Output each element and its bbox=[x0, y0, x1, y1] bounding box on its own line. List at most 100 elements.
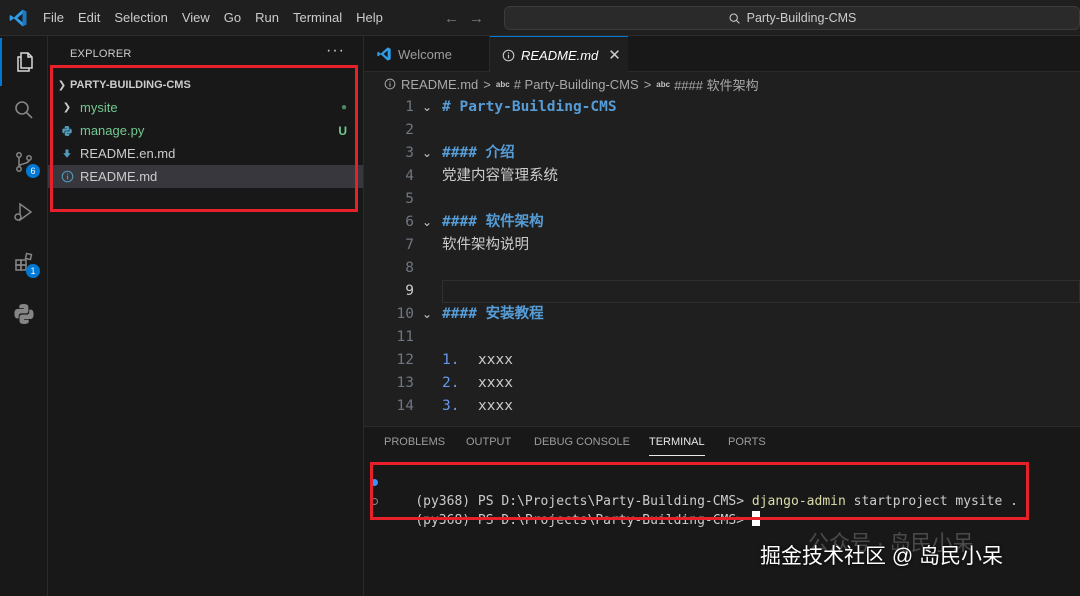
code-line: 11 bbox=[364, 326, 1080, 349]
terminal-cursor bbox=[751, 511, 760, 526]
info-icon bbox=[384, 78, 396, 90]
chevron-right-icon: > bbox=[483, 76, 491, 92]
command-success-dot-icon bbox=[371, 479, 378, 486]
vscode-logo-icon bbox=[9, 9, 27, 27]
search-icon bbox=[729, 13, 740, 24]
tab-label: Welcome bbox=[398, 46, 452, 62]
menu-view[interactable]: View bbox=[175, 0, 217, 36]
info-icon bbox=[60, 170, 74, 184]
python-file-icon bbox=[60, 124, 74, 138]
search-icon bbox=[15, 101, 33, 119]
code-line: 10 ⌄ #### 安装教程 bbox=[364, 303, 1080, 326]
tab-welcome[interactable]: Welcome bbox=[364, 36, 490, 72]
line-text: # Party-Building-CMS bbox=[442, 99, 617, 115]
breadcrumb: README.md > abc # Party-Building-CMS > a… bbox=[364, 72, 1080, 96]
more-actions-icon[interactable]: ··· bbox=[326, 42, 345, 60]
line-text: 党建内容管理系统 bbox=[442, 168, 558, 184]
fold-chevron-icon[interactable]: ⌄ bbox=[422, 96, 432, 119]
terminal-prompt: (py368) PS D:\Projects\Party-Building-CM… bbox=[415, 513, 745, 528]
code-line: 13 2. xxxx bbox=[364, 372, 1080, 395]
tab-debug-console[interactable]: DEBUG CONSOLE bbox=[534, 436, 630, 448]
menu-run[interactable]: Run bbox=[248, 0, 286, 36]
files-icon bbox=[17, 52, 33, 72]
menu-go[interactable]: Go bbox=[217, 0, 248, 36]
list-marker: 1. bbox=[442, 352, 460, 368]
line-number: 13 bbox=[396, 375, 414, 391]
tab-terminal[interactable]: TERMINAL bbox=[649, 436, 705, 456]
menu-selection[interactable]: Selection bbox=[107, 0, 174, 36]
close-icon[interactable]: ✕ bbox=[608, 46, 621, 64]
watermark: 公众号 · 岛民小呆 掘金技术社区 @ 岛民小呆 bbox=[760, 532, 1003, 570]
watermark-ghost: 公众号 · 岛民小呆 bbox=[808, 532, 974, 555]
breadcrumb-heading-1[interactable]: # Party-Building-CMS bbox=[514, 77, 639, 92]
menu-help[interactable]: Help bbox=[349, 0, 390, 36]
python-activity[interactable] bbox=[0, 290, 48, 338]
activity-bar: 6 1 bbox=[0, 36, 48, 596]
extensions-activity[interactable]: 1 bbox=[0, 238, 48, 286]
line-number: 7 bbox=[405, 237, 414, 253]
back-arrow-icon[interactable]: ← bbox=[444, 10, 459, 27]
search-activity[interactable] bbox=[0, 86, 48, 134]
breadcrumb-heading-2[interactable]: #### 软件架构 bbox=[674, 75, 759, 94]
fold-chevron-icon[interactable]: ⌄ bbox=[422, 211, 432, 234]
menu-edit[interactable]: Edit bbox=[71, 0, 107, 36]
menu-file[interactable]: File bbox=[36, 0, 71, 36]
modified-dot-icon: ● bbox=[340, 102, 347, 113]
fold-chevron-icon[interactable]: ⌄ bbox=[422, 303, 432, 326]
untracked-badge: U bbox=[338, 123, 347, 138]
command-center-search[interactable]: Party-Building-CMS bbox=[504, 6, 1080, 30]
line-text: xxxx bbox=[478, 398, 513, 414]
code-editor[interactable]: 1 ⌄ # Party-Building-CMS 2 3 ⌄ #### 介绍 4… bbox=[364, 96, 1080, 426]
list-marker: 3. bbox=[442, 398, 460, 414]
line-number: 4 bbox=[405, 168, 414, 184]
tab-ports[interactable]: PORTS bbox=[728, 436, 766, 448]
source-control-badge: 6 bbox=[26, 164, 40, 178]
line-text: 软件架构说明 bbox=[442, 237, 529, 253]
list-marker: 2. bbox=[442, 375, 460, 391]
menu-terminal[interactable]: Terminal bbox=[286, 0, 349, 36]
title-bar: File Edit Selection View Go Run Terminal… bbox=[0, 0, 1080, 36]
tab-readme[interactable]: README.md ✕ bbox=[490, 36, 628, 73]
tree-item-manage-py[interactable]: manage.py U bbox=[48, 119, 363, 142]
code-line: 7 软件架构说明 bbox=[364, 234, 1080, 257]
line-number: 9 bbox=[405, 283, 414, 299]
tree-item-mysite[interactable]: ❯ mysite ● bbox=[48, 96, 363, 119]
code-line: 4 党建内容管理系统 bbox=[364, 165, 1080, 188]
line-text: #### 软件架构 bbox=[442, 214, 544, 230]
line-number: 14 bbox=[396, 398, 414, 414]
terminal-command: django-admin bbox=[751, 494, 846, 509]
code-line: 14 3. xxxx bbox=[364, 395, 1080, 418]
line-text: #### 介绍 bbox=[442, 145, 515, 161]
explorer-activity[interactable] bbox=[0, 38, 48, 86]
tree-item-readme[interactable]: README.md bbox=[48, 165, 363, 188]
run-debug-activity[interactable] bbox=[0, 188, 48, 236]
tree-item-readme-en[interactable]: README.en.md bbox=[48, 142, 363, 165]
string-symbol-icon: abc bbox=[495, 79, 510, 89]
explorer-sidebar: EXPLORER ··· ❯ PARTY-BUILDING-CMS ❯ mysi… bbox=[48, 36, 364, 596]
code-line: 9 bbox=[364, 280, 1080, 303]
line-number: 12 bbox=[396, 352, 414, 368]
tab-output[interactable]: OUTPUT bbox=[466, 436, 511, 448]
tree-item-label: manage.py bbox=[80, 123, 145, 138]
workspace-root[interactable]: ❯ PARTY-BUILDING-CMS bbox=[54, 74, 364, 96]
tab-problems[interactable]: PROBLEMS bbox=[384, 436, 445, 448]
line-text: xxxx bbox=[478, 352, 513, 368]
line-number: 10 bbox=[396, 306, 414, 322]
line-number: 2 bbox=[405, 122, 414, 138]
menu-bar: File Edit Selection View Go Run Terminal… bbox=[36, 0, 390, 36]
vscode-tab-icon bbox=[376, 46, 392, 62]
code-line: 3 ⌄ #### 介绍 bbox=[364, 142, 1080, 165]
breadcrumb-file[interactable]: README.md bbox=[401, 77, 478, 92]
chevron-right-icon: ❯ bbox=[62, 102, 72, 113]
fold-chevron-icon[interactable]: ⌄ bbox=[422, 142, 432, 165]
terminal-line[interactable]: (py368) PS D:\Projects\Party-Building-CM… bbox=[371, 492, 760, 528]
command-pending-dot-icon bbox=[371, 498, 378, 505]
line-number: 6 bbox=[405, 214, 414, 230]
bottom-panel: PROBLEMS OUTPUT DEBUG CONSOLE TERMINAL P… bbox=[364, 426, 1080, 596]
explorer-title: EXPLORER bbox=[70, 48, 132, 60]
workspace-root-label: PARTY-BUILDING-CMS bbox=[70, 79, 191, 91]
forward-arrow-icon[interactable]: → bbox=[469, 10, 484, 27]
source-control-activity[interactable]: 6 bbox=[0, 138, 48, 186]
terminal-line: (py368) PS D:\Projects\Party-Building-CM… bbox=[371, 473, 1018, 509]
extensions-badge: 1 bbox=[26, 264, 40, 278]
